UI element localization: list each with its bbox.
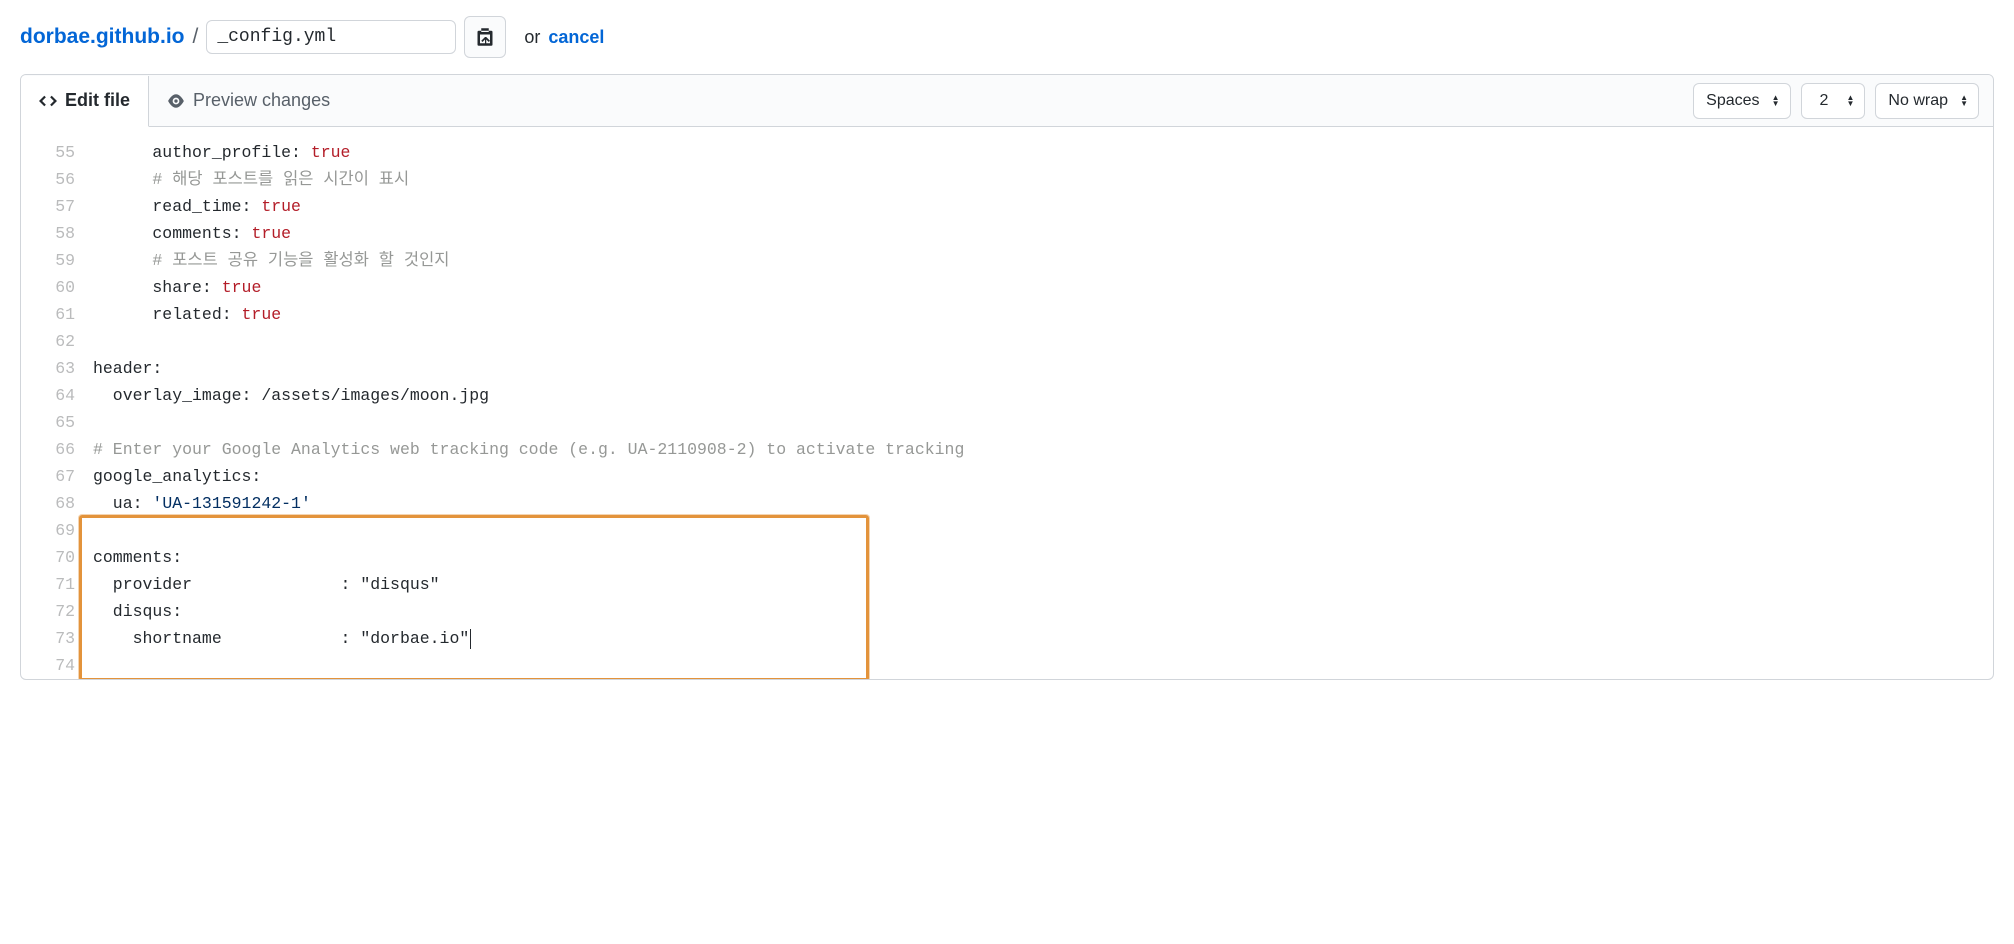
line-content[interactable]: overlay_image: /assets/images/moon.jpg [93,382,489,409]
clipboard-icon [475,27,495,47]
breadcrumb: dorbae.github.io / or cancel [20,16,1994,58]
wrap-mode-label: No wrap [1888,92,1948,110]
line-number: 69 [21,517,93,544]
line-content[interactable]: share: true [93,274,261,301]
line-number: 71 [21,571,93,598]
line-number: 64 [21,382,93,409]
line-number: 57 [21,193,93,220]
line-content[interactable]: provider : "disqus" [93,571,440,598]
cancel-link[interactable]: cancel [548,27,604,48]
wrap-mode-select[interactable]: No wrap ▲▼ [1875,83,1979,119]
code-line[interactable]: 64 overlay_image: /assets/images/moon.jp… [21,382,1993,409]
code-line[interactable]: 65 [21,409,1993,436]
line-content[interactable]: read_time: true [93,193,301,220]
line-content[interactable]: author_profile: true [93,139,350,166]
code-line[interactable]: 60 share: true [21,274,1993,301]
line-content[interactable]: disqus: [93,598,182,625]
indent-size-label: 2 [1820,92,1829,110]
breadcrumb-separator: / [192,25,198,49]
select-caret-icon: ▲▼ [1772,95,1780,107]
line-content[interactable]: related: true [93,301,281,328]
line-content[interactable]: comments: true [93,220,291,247]
text-cursor [470,629,471,649]
clipboard-button[interactable] [464,16,506,58]
line-content[interactable]: # 포스트 공유 기능을 활성화 할 것인지 [93,247,449,274]
line-content[interactable]: ua: 'UA-131591242-1' [93,490,311,517]
editor-container: Edit file Preview changes Spaces ▲▼ 2 ▲▼… [20,74,1994,680]
line-number: 72 [21,598,93,625]
code-line[interactable]: 66# Enter your Google Analytics web trac… [21,436,1993,463]
or-label: or [524,27,540,48]
line-content[interactable]: comments: [93,544,182,571]
line-number: 68 [21,490,93,517]
line-number: 67 [21,463,93,490]
code-line[interactable]: 67google_analytics: [21,463,1993,490]
code-line[interactable]: 71 provider : "disqus" [21,571,1993,598]
tabs-bar: Edit file Preview changes Spaces ▲▼ 2 ▲▼… [21,75,1993,127]
repo-link[interactable]: dorbae.github.io [20,25,184,49]
line-content[interactable]: # 해당 포스트를 읽은 시간이 표시 [93,166,409,193]
tab-label: Edit file [65,90,130,111]
line-content[interactable]: header: [93,355,162,382]
tab-edit-file[interactable]: Edit file [21,76,149,127]
code-line[interactable]: 54 layout: single [21,127,1993,139]
line-number: 56 [21,166,93,193]
code-line[interactable]: 59 # 포스트 공유 기능을 활성화 할 것인지 [21,247,1993,274]
code-line[interactable]: 56 # 해당 포스트를 읽은 시간이 표시 [21,166,1993,193]
line-number: 66 [21,436,93,463]
code-line[interactable]: 62 [21,328,1993,355]
indent-size-select[interactable]: 2 ▲▼ [1801,83,1866,119]
line-number: 73 [21,625,93,652]
select-caret-icon: ▲▼ [1960,95,1968,107]
code-line[interactable]: 63header: [21,355,1993,382]
code-line[interactable]: 70comments: [21,544,1993,571]
tab-preview-changes[interactable]: Preview changes [149,75,348,126]
code-line[interactable]: 72 disqus: [21,598,1993,625]
line-number: 70 [21,544,93,571]
filename-input[interactable] [206,20,456,54]
line-number: 55 [21,139,93,166]
line-number: 61 [21,301,93,328]
indent-mode-label: Spaces [1706,92,1759,110]
code-line[interactable]: 55 author_profile: true [21,139,1993,166]
code-line[interactable]: 73 shortname : "dorbae.io" [21,625,1993,652]
tab-label: Preview changes [193,90,330,111]
line-content[interactable]: shortname : "dorbae.io" [93,625,471,652]
indent-mode-select[interactable]: Spaces ▲▼ [1693,83,1790,119]
line-number: 58 [21,220,93,247]
line-content[interactable]: # Enter your Google Analytics web tracki… [93,436,964,463]
line-number: 59 [21,247,93,274]
line-number: 65 [21,409,93,436]
code-editor[interactable]: 54 layout: single55 author_profile: true… [21,127,1993,679]
code-line[interactable]: 58 comments: true [21,220,1993,247]
line-number: 63 [21,355,93,382]
code-line[interactable]: 69 [21,517,1993,544]
line-number: 62 [21,328,93,355]
code-line[interactable]: 61 related: true [21,301,1993,328]
toolbar-selects: Spaces ▲▼ 2 ▲▼ No wrap ▲▼ [1693,83,1993,119]
eye-icon [167,92,185,110]
line-content[interactable]: google_analytics: [93,463,261,490]
code-line[interactable]: 57 read_time: true [21,193,1993,220]
line-number: 60 [21,274,93,301]
code-line[interactable]: 68 ua: 'UA-131591242-1' [21,490,1993,517]
select-caret-icon: ▲▼ [1847,95,1855,107]
code-icon [39,92,57,110]
line-number: 74 [21,652,93,679]
code-line[interactable]: 74 [21,652,1993,679]
